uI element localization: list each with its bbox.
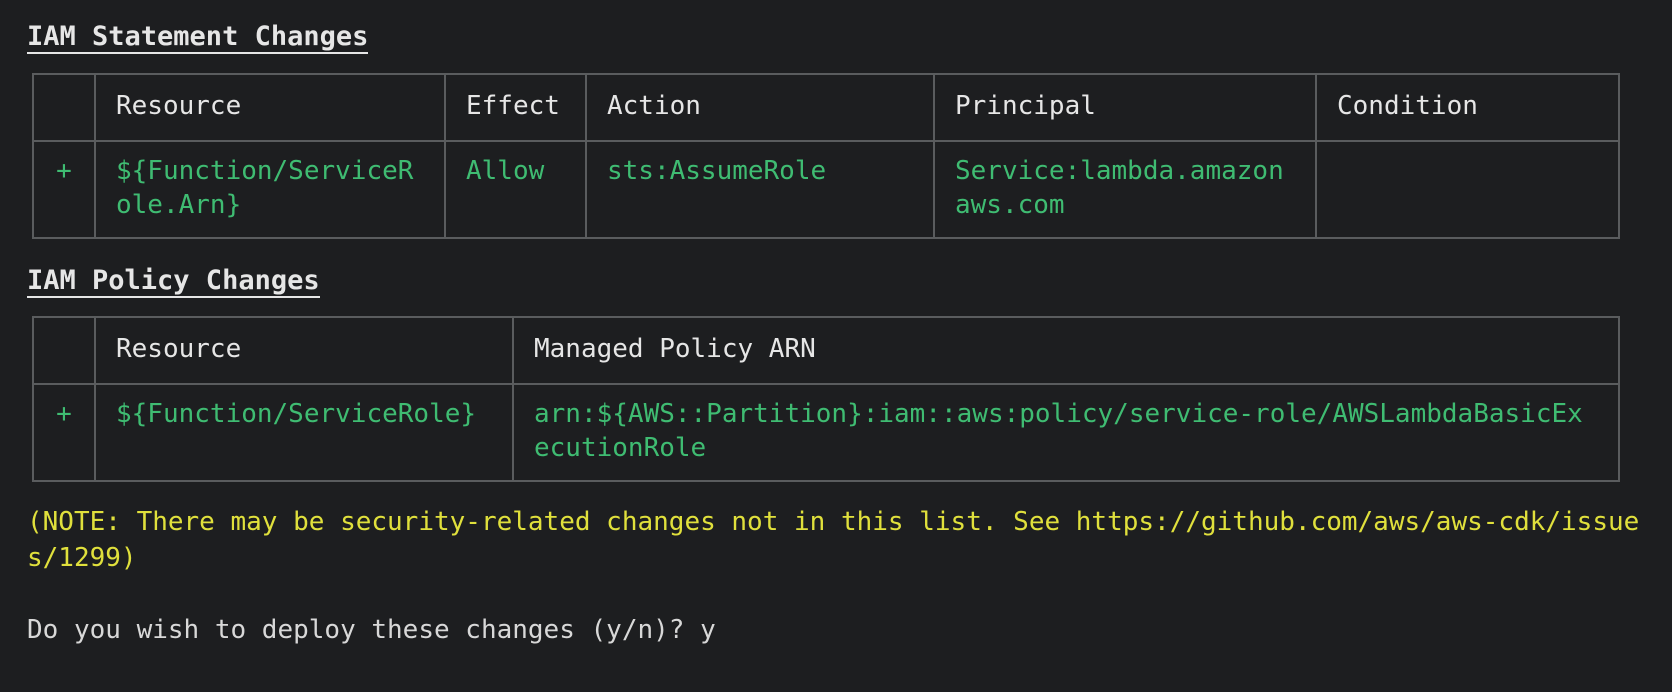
column-header-condition: Condition bbox=[1315, 73, 1620, 142]
iam-policy-changes-table: Resource Managed Policy ARN + ${Function… bbox=[32, 316, 1620, 482]
row-change-marker: + bbox=[32, 382, 96, 482]
iam-statement-changes-table: Resource Effect Action Principal Conditi… bbox=[32, 73, 1620, 239]
deploy-confirmation-prompt[interactable]: Do you wish to deploy these changes (y/n… bbox=[27, 613, 716, 649]
column-header-action: Action bbox=[585, 73, 935, 142]
cell-condition bbox=[1315, 139, 1620, 239]
cell-resource: ${Function/ServiceRole.Arn} bbox=[94, 139, 446, 239]
column-header-effect: Effect bbox=[444, 73, 587, 142]
table-row: + ${Function/ServiceRole} arn:${AWS::Par… bbox=[32, 382, 1620, 482]
iam-policy-changes-heading: IAM Policy Changes bbox=[27, 265, 320, 299]
iam-statement-changes-heading: IAM Statement Changes bbox=[27, 21, 369, 55]
cell-principal: Service:lambda.amazonaws.com bbox=[933, 139, 1317, 239]
column-header-resource: Resource bbox=[94, 316, 514, 385]
column-header-principal: Principal bbox=[933, 73, 1317, 142]
column-header-resource: Resource bbox=[94, 73, 446, 142]
column-header-marker bbox=[32, 316, 96, 385]
column-header-marker bbox=[32, 73, 96, 142]
terminal-output: IAM Statement Changes Resource Effect Ac… bbox=[0, 0, 1672, 692]
row-change-marker: + bbox=[32, 139, 96, 239]
table-row: + ${Function/ServiceRole.Arn} Allow sts:… bbox=[32, 139, 1620, 239]
security-note-text: (NOTE: There may be security-related cha… bbox=[27, 507, 1640, 573]
cell-effect: Allow bbox=[444, 139, 587, 239]
table-header-row: Resource Managed Policy ARN bbox=[32, 316, 1620, 385]
cell-managed-policy-arn: arn:${AWS::Partition}:iam::aws:policy/se… bbox=[512, 382, 1620, 482]
cell-resource: ${Function/ServiceRole} bbox=[94, 382, 514, 482]
column-header-managed-policy-arn: Managed Policy ARN bbox=[512, 316, 1620, 385]
table-header-row: Resource Effect Action Principal Conditi… bbox=[32, 73, 1620, 142]
cell-action: sts:AssumeRole bbox=[585, 139, 935, 239]
